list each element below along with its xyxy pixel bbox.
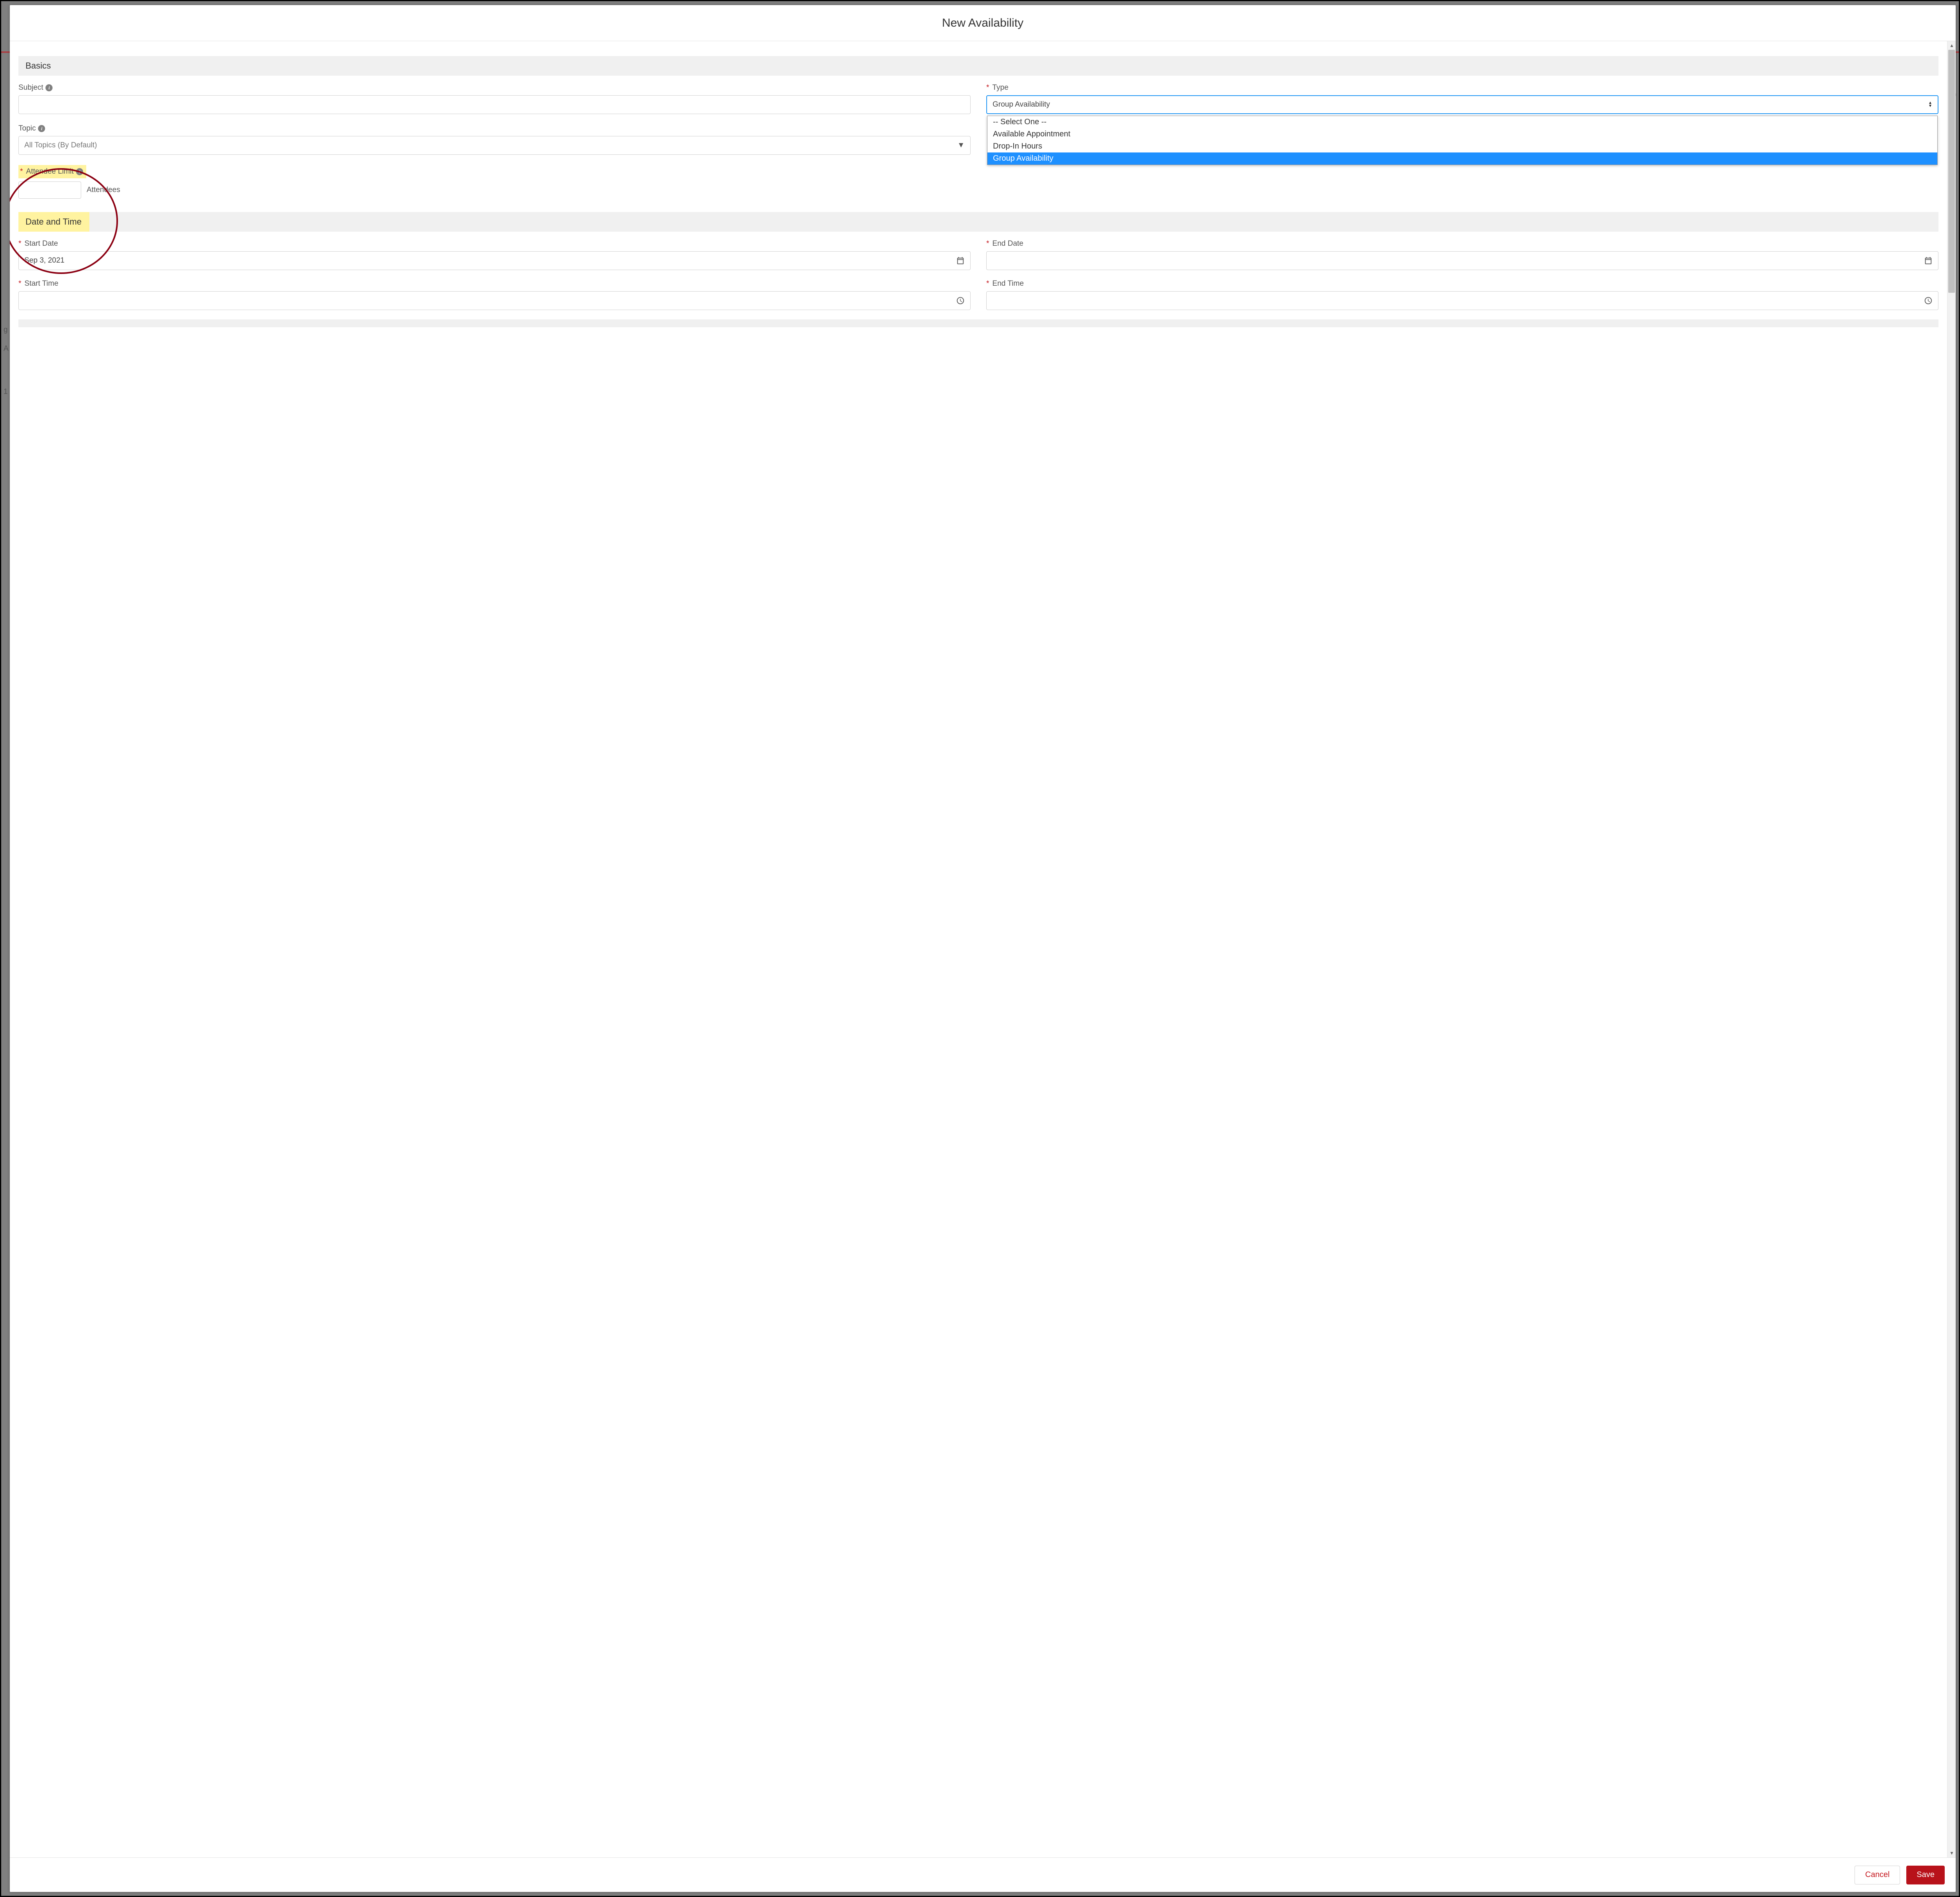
start-date-input[interactable]: Sep 3, 2021: [18, 251, 971, 270]
modal-title: New Availability: [942, 16, 1024, 30]
clock-icon[interactable]: [956, 296, 965, 305]
calendar-icon[interactable]: [956, 256, 965, 265]
topic-field-group: Topic i All Topics (By Default) ▼: [18, 124, 971, 155]
background-letter: g: [4, 326, 8, 334]
background-letter: A: [4, 345, 9, 353]
type-select[interactable]: Group Availability ▲▼ -- Select One -- A…: [986, 95, 1938, 114]
type-option-group-availability[interactable]: Group Availability: [987, 152, 1937, 165]
scroll-down-arrow-icon[interactable]: ▼: [1947, 1849, 1956, 1857]
type-option-drop-in-hours[interactable]: Drop-In Hours: [987, 140, 1937, 152]
attendee-limit-input[interactable]: [18, 181, 81, 199]
type-option-placeholder[interactable]: -- Select One --: [987, 116, 1937, 128]
type-select-value: Group Availability: [993, 100, 1050, 109]
required-marker: *: [20, 167, 23, 176]
attendee-limit-label: * Attendee Limit i: [18, 165, 86, 178]
background-letter: 1: [4, 388, 8, 396]
scroll-thumb[interactable]: [1948, 50, 1955, 293]
end-time-label: * End Time: [986, 279, 1938, 288]
section-datetime-title: Date and Time: [18, 212, 89, 232]
attendee-limit-suffix: Attendees: [87, 186, 120, 194]
scroll-up-arrow-icon[interactable]: ▲: [1947, 41, 1956, 50]
required-marker: *: [986, 239, 989, 248]
start-date-value: Sep 3, 2021: [24, 256, 64, 265]
clock-icon[interactable]: [1924, 296, 1933, 305]
type-option-available-appointment[interactable]: Available Appointment: [987, 128, 1937, 140]
window-frame: p g A 1 New Availability Basics Subject …: [0, 0, 1960, 1897]
modal-footer: Cancel Save: [10, 1857, 1956, 1892]
topic-select-value: All Topics (By Default): [24, 141, 97, 150]
start-date-field-group: * Start Date Sep 3, 2021: [18, 239, 971, 270]
start-time-label: * Start Time: [18, 279, 971, 288]
chevron-down-icon: ▼: [957, 141, 965, 150]
info-icon[interactable]: i: [38, 125, 45, 132]
section-next-peek: [18, 319, 1938, 327]
type-label: * Type: [986, 83, 1938, 92]
calendar-icon[interactable]: [1924, 256, 1933, 265]
start-time-input[interactable]: [18, 291, 971, 310]
subject-label: Subject i: [18, 83, 971, 92]
modal-body-wrap: Basics Subject i * Type: [10, 41, 1956, 1857]
select-spinner-icon: ▲▼: [1928, 102, 1932, 108]
info-icon[interactable]: i: [76, 168, 83, 175]
scrollbar-vertical[interactable]: ▲ ▼: [1947, 41, 1956, 1857]
end-date-input[interactable]: [986, 251, 1938, 270]
modal-header: New Availability: [10, 5, 1956, 41]
end-time-input[interactable]: [986, 291, 1938, 310]
end-date-label: * End Date: [986, 239, 1938, 248]
end-time-field-group: * End Time: [986, 279, 1938, 310]
new-availability-modal: New Availability Basics Subject i: [10, 5, 1956, 1892]
type-field-group: * Type Group Availability ▲▼ -- Select O…: [986, 83, 1938, 114]
attendee-limit-field-group: * Attendee Limit i Attendees: [18, 165, 1938, 199]
section-basics-header: Basics: [18, 56, 1938, 76]
modal-body: Basics Subject i * Type: [10, 41, 1947, 1857]
type-dropdown-panel: -- Select One -- Available Appointment D…: [987, 116, 1938, 165]
start-time-field-group: * Start Time: [18, 279, 971, 310]
subject-input[interactable]: [18, 95, 971, 114]
required-marker: *: [18, 239, 21, 248]
section-basics-title: Basics: [25, 61, 51, 71]
subject-field-group: Subject i: [18, 83, 971, 114]
required-marker: *: [986, 83, 989, 92]
save-button[interactable]: Save: [1906, 1866, 1945, 1884]
topic-label: Topic i: [18, 124, 971, 133]
start-date-label: * Start Date: [18, 239, 971, 248]
end-date-field-group: * End Date: [986, 239, 1938, 270]
topic-select[interactable]: All Topics (By Default) ▼: [18, 136, 971, 155]
info-icon[interactable]: i: [45, 84, 53, 91]
required-marker: *: [986, 279, 989, 288]
required-marker: *: [18, 279, 21, 288]
cancel-button[interactable]: Cancel: [1855, 1866, 1900, 1884]
section-datetime-header: Date and Time: [18, 212, 1938, 232]
